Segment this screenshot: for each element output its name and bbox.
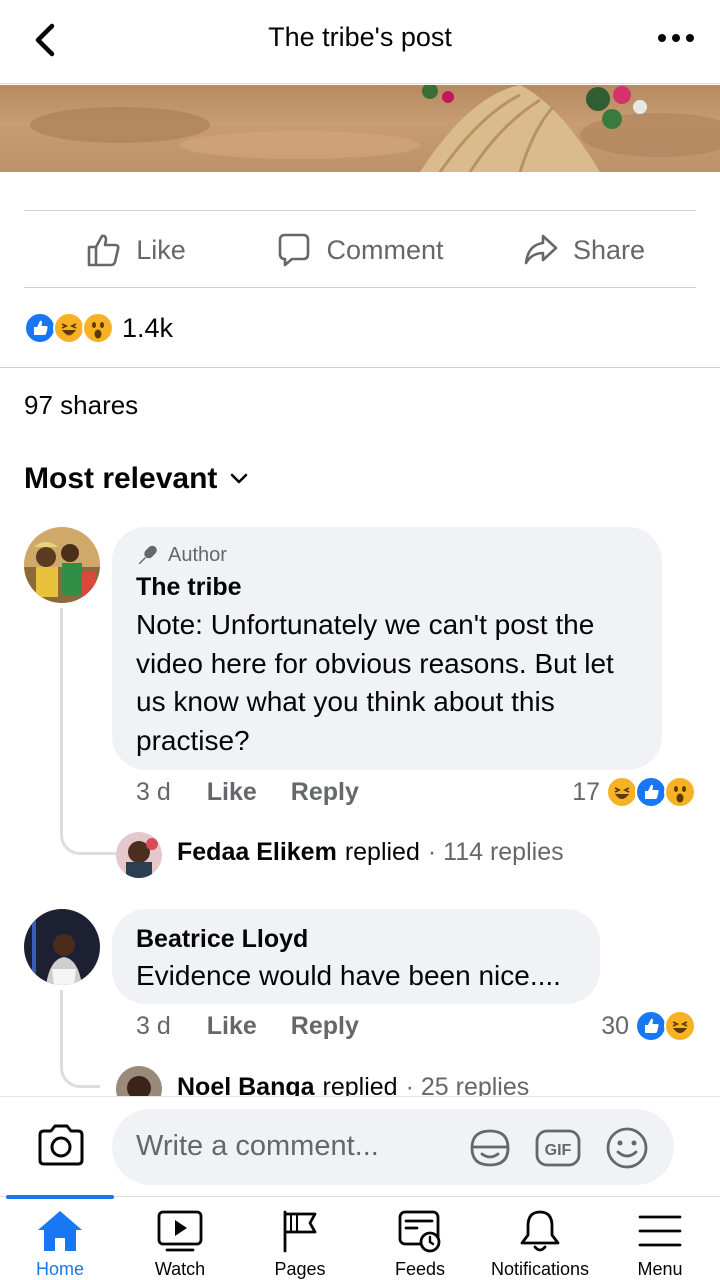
author-badge-label: Author — [168, 543, 227, 566]
comment-input[interactable]: Write a comment... GIF — [112, 1109, 674, 1185]
comment-reply-button[interactable]: Reply — [291, 778, 359, 807]
avatar-image — [24, 527, 100, 603]
reply-preview[interactable]: Fedaa Elikem replied · 114 replies — [177, 838, 564, 867]
flag-icon — [283, 1210, 317, 1253]
tab-label: Notifications — [490, 1259, 590, 1279]
page-title: The tribe's post — [268, 22, 452, 52]
haha-reaction-icon — [664, 1010, 696, 1042]
tab-pages[interactable]: Pages — [240, 1197, 360, 1280]
comment-like-button[interactable]: Like — [207, 1012, 257, 1041]
comment-input-placeholder: Write a comment... — [136, 1130, 379, 1162]
tab-label: Home — [35, 1259, 84, 1279]
comment-text-line: video here for obvious reasons. But let — [136, 647, 614, 679]
comment-bubble[interactable]: Beatrice Lloyd Evidence would have been … — [112, 909, 600, 1004]
tab-menu[interactable]: Menu — [600, 1197, 720, 1280]
comment-meta: 3 d Like Reply — [136, 778, 393, 807]
like-reaction-icon — [635, 776, 667, 808]
post-actions-bar: Like Comment Share — [24, 212, 696, 288]
avatar[interactable] — [24, 527, 100, 603]
comment-sort-dropdown[interactable]: Most relevant — [24, 462, 249, 496]
bell-icon — [520, 1210, 560, 1252]
tab-watch[interactable]: Watch — [120, 1197, 240, 1280]
divider — [24, 210, 696, 211]
tab-label: Watch — [154, 1259, 206, 1279]
comment-meta: 3 d Like Reply — [136, 1012, 393, 1041]
tab-label: Pages — [274, 1259, 326, 1279]
reply-thread-line — [60, 990, 100, 1088]
avatar[interactable] — [116, 832, 162, 878]
haha-reaction-icon — [53, 312, 85, 344]
comment-reactions[interactable]: 30 — [601, 1010, 696, 1042]
reactions-summary[interactable]: 1.4k — [24, 308, 173, 348]
haha-reaction-icon — [606, 776, 638, 808]
reply-count: · 114 replies — [427, 838, 564, 866]
gif-label: GIF — [545, 1142, 572, 1159]
like-button[interactable]: Like — [24, 212, 248, 288]
commenter-name[interactable]: Beatrice Lloyd — [136, 925, 308, 954]
comment-text-line: Evidence would have been nice.... — [136, 960, 561, 991]
divider — [0, 367, 720, 368]
share-button[interactable]: Share — [472, 212, 696, 288]
camera-icon[interactable] — [36, 1123, 86, 1167]
comment-label: Comment — [326, 234, 444, 265]
comment-reaction-count: 30 — [601, 1011, 629, 1040]
microphone-icon — [138, 545, 157, 565]
like-label: Like — [136, 234, 186, 265]
top-app-bar: The tribe's post — [0, 0, 720, 84]
thumbs-up-icon — [87, 234, 120, 267]
tab-feeds[interactable]: Feeds — [360, 1197, 480, 1280]
post-image-content — [30, 85, 720, 172]
share-label: Share — [572, 234, 646, 265]
reaction-count: 1.4k — [122, 312, 174, 343]
wow-reaction-icon — [82, 312, 114, 344]
comment-text-line: Note: Unfortunately we can't post the — [136, 609, 595, 640]
tab-label: Feeds — [394, 1259, 446, 1279]
home-icon — [38, 1211, 82, 1251]
tab-home[interactable]: Home — [0, 1195, 120, 1280]
hamburger-menu-icon — [638, 1215, 682, 1247]
sticker-icon[interactable] — [466, 1125, 514, 1171]
comment-composer: Write a comment... GIF — [0, 1096, 720, 1196]
commenter-name[interactable]: The tribe — [136, 573, 242, 602]
avatar-image — [116, 832, 162, 878]
shares-count[interactable]: 97 shares — [24, 390, 138, 421]
feeds-clock-icon — [398, 1210, 441, 1253]
comment-text: Evidence would have been nice.... — [136, 957, 561, 996]
comment-text-line: practise? — [136, 724, 250, 756]
bottom-tab-bar: Home Watch Pages Feeds Notifications Men… — [0, 1195, 720, 1280]
divider — [24, 287, 696, 288]
post-image[interactable] — [0, 85, 720, 172]
tab-label: Menu — [637, 1259, 683, 1279]
more-options-icon[interactable] — [656, 28, 696, 48]
author-badge: Author — [136, 543, 227, 567]
video-play-icon — [157, 1210, 203, 1252]
comment-reactions[interactable]: 17 — [572, 776, 696, 808]
tab-notifications[interactable]: Notifications — [480, 1197, 600, 1280]
share-arrow-icon — [524, 234, 558, 265]
reply-author-name: Fedaa Elikem — [177, 838, 337, 866]
comment-bubble[interactable]: Author The tribe Note: Unfortunately we … — [112, 527, 662, 770]
reply-verb: replied — [344, 838, 420, 866]
sort-label: Most relevant — [24, 462, 218, 495]
avatar[interactable] — [24, 909, 100, 985]
like-reaction-icon — [635, 1010, 667, 1042]
comment-timestamp: 3 d — [136, 778, 171, 806]
comment-text-line: us know what you think about this — [136, 686, 555, 717]
chevron-down-icon — [231, 473, 248, 484]
comment-reaction-count: 17 — [572, 777, 600, 806]
comment-timestamp: 3 d — [136, 1012, 171, 1040]
emoji-icon[interactable] — [604, 1125, 650, 1171]
gif-icon[interactable]: GIF — [534, 1125, 582, 1171]
wow-reaction-icon — [664, 776, 696, 808]
comment-bubble-icon — [279, 233, 310, 267]
comment-button[interactable]: Comment — [248, 212, 472, 288]
comment-like-button[interactable]: Like — [207, 778, 257, 807]
comment-text: Note: Unfortunately we can't post the vi… — [136, 606, 614, 760]
reply-thread-line — [60, 608, 118, 855]
avatar-image — [24, 909, 100, 985]
like-reaction-icon — [24, 312, 56, 344]
comment-reply-button[interactable]: Reply — [291, 1012, 359, 1041]
